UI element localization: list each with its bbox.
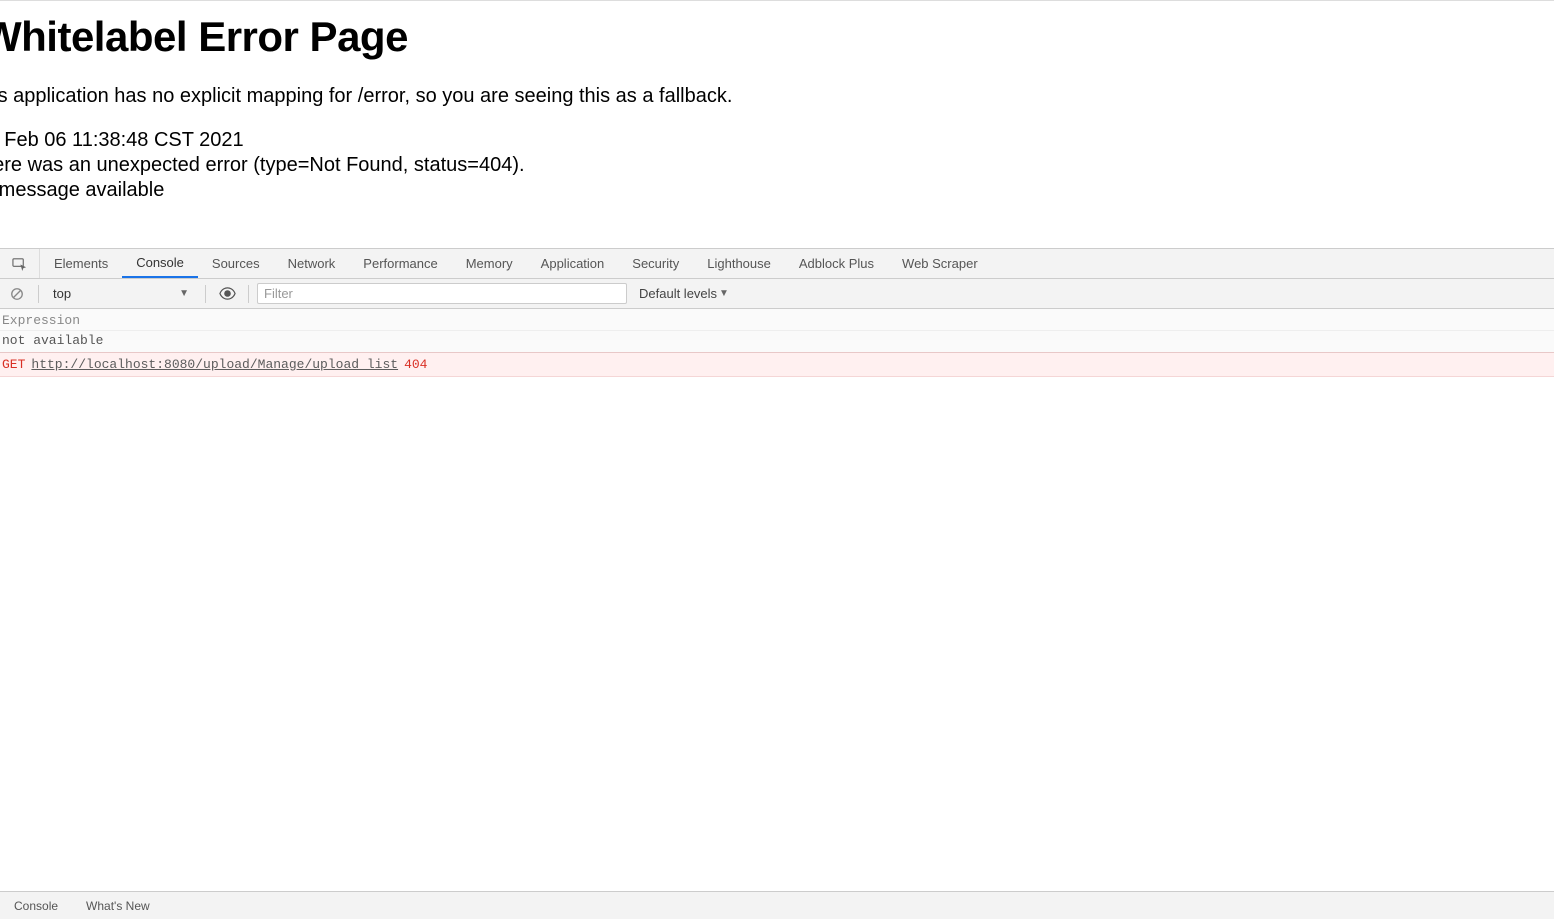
tab-console[interactable]: Console — [122, 249, 198, 278]
tab-security[interactable]: Security — [618, 249, 693, 278]
console-empty-area[interactable] — [0, 377, 1554, 777]
context-selector[interactable]: top ▼ — [47, 283, 197, 305]
clear-console-button[interactable] — [4, 279, 30, 308]
filter-input[interactable] — [257, 283, 627, 304]
dropdown-arrow-icon: ▼ — [719, 288, 729, 299]
page-description: his application has no explicit mapping … — [0, 65, 1554, 112]
drawer-tab-whats-new[interactable]: What's New — [72, 892, 164, 919]
http-status: 404 — [404, 357, 427, 372]
separator — [205, 285, 206, 303]
page-timestamp: at Feb 06 11:38:48 CST 2021 — [0, 112, 1554, 153]
live-expression-value: not available — [0, 331, 1554, 353]
separator — [38, 285, 39, 303]
context-label: top — [53, 286, 71, 301]
http-method: GET — [2, 357, 25, 372]
tab-performance[interactable]: Performance — [349, 249, 451, 278]
log-levels-label: Default levels — [639, 286, 717, 301]
tab-application[interactable]: Application — [527, 249, 619, 278]
page-title: Whitelabel Error Page — [0, 1, 1554, 65]
eye-icon — [219, 285, 236, 302]
error-page-content: Whitelabel Error Page his application ha… — [0, 0, 1554, 248]
live-expression-button[interactable] — [214, 279, 240, 308]
devtools-tabs: Elements Console Sources Network Perform… — [0, 249, 1554, 279]
live-expression-name[interactable]: Expression — [0, 309, 1554, 331]
console-toolbar: top ▼ Default levels ▼ — [0, 279, 1554, 309]
inspect-element-button[interactable] — [0, 249, 40, 278]
error-url-link[interactable]: http://localhost:8080/upload/Manage/uplo… — [31, 357, 398, 372]
tab-network[interactable]: Network — [274, 249, 350, 278]
drawer-tab-console[interactable]: Console — [0, 892, 72, 919]
console-error-row[interactable]: GET http://localhost:8080/upload/Manage/… — [0, 353, 1554, 377]
tab-memory[interactable]: Memory — [452, 249, 527, 278]
inspect-icon — [12, 256, 27, 271]
dropdown-arrow-icon: ▼ — [179, 288, 189, 299]
tab-adblock-plus[interactable]: Adblock Plus — [785, 249, 888, 278]
devtools-drawer-tabs: Console What's New — [0, 891, 1554, 919]
page-message-line: o message available — [0, 178, 1554, 203]
tab-lighthouse[interactable]: Lighthouse — [693, 249, 785, 278]
tab-web-scraper[interactable]: Web Scraper — [888, 249, 992, 278]
separator — [248, 285, 249, 303]
tab-elements[interactable]: Elements — [40, 249, 122, 278]
devtools-panel: Elements Console Sources Network Perform… — [0, 248, 1554, 777]
tab-sources[interactable]: Sources — [198, 249, 274, 278]
no-entry-icon — [10, 287, 24, 301]
log-levels-selector[interactable]: Default levels ▼ — [639, 286, 729, 301]
console-output: Expression not available GET http://loca… — [0, 309, 1554, 777]
page-error-line: here was an unexpected error (type=Not F… — [0, 153, 1554, 178]
